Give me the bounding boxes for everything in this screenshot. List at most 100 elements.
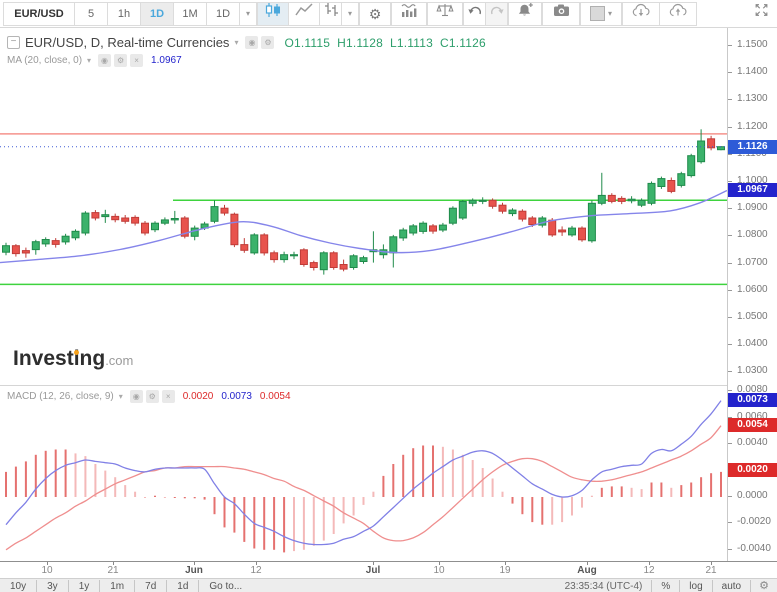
macd-histogram-bar: [144, 497, 146, 498]
log-scale-toggle[interactable]: log: [679, 580, 711, 592]
candle-body: [598, 195, 605, 203]
range-button-7d[interactable]: 7d: [134, 580, 166, 592]
timeframe-button-1d-4[interactable]: 1D: [206, 2, 240, 26]
chart-type-dropdown-caret-icon[interactable]: ▾: [341, 2, 359, 26]
timeframe-button-5-0[interactable]: 5: [74, 2, 108, 26]
candle-body: [320, 253, 327, 270]
ma-close-icon[interactable]: ×: [130, 54, 143, 67]
candlestick-icon: [264, 2, 282, 26]
candle-body: [519, 211, 526, 219]
top-toolbar: EUR/USD 51h1D1M1D ▾ ▾ ⚙: [0, 0, 777, 28]
macd-close-icon[interactable]: ×: [162, 390, 175, 403]
macd-chart[interactable]: [0, 386, 727, 562]
time-axis[interactable]: 1021Jun12Jul1019Aug1221: [0, 561, 777, 578]
price-axis[interactable]: 1.15001.14001.13001.12001.11001.10001.09…: [727, 28, 777, 577]
macd-histogram-bar: [472, 460, 474, 497]
chart-title: EUR/USD, D, Real-time Currencies: [25, 35, 229, 50]
timeframe-button-1d-2[interactable]: 1D: [140, 2, 174, 26]
price-axis-label: 1.0800: [737, 230, 768, 240]
undo-button[interactable]: [463, 2, 486, 26]
macd-histogram-bar: [372, 492, 374, 497]
macd-histogram-bar: [184, 497, 186, 498]
time-axis-label: 10: [41, 565, 52, 576]
time-axis-label: 21: [705, 565, 716, 576]
macd-pane[interactable]: MACD (12, 26, close, 9) ▾ ◉ ⚙ × 0.0020 0…: [0, 385, 727, 562]
auto-scale-toggle[interactable]: auto: [712, 580, 750, 592]
macd-histogram-bar: [104, 471, 106, 497]
open-value: O1.1115: [284, 36, 330, 50]
save-layout-button[interactable]: [659, 2, 697, 26]
ma-gear-icon[interactable]: ⚙: [114, 54, 127, 67]
ohlc-bars-icon: [323, 2, 339, 25]
ma-caret-icon[interactable]: ▾: [87, 56, 91, 65]
timeframe-dropdown-caret-icon[interactable]: ▾: [239, 2, 257, 26]
load-layout-button[interactable]: [622, 2, 660, 26]
macd-histogram-bar: [512, 497, 514, 504]
range-button-1y[interactable]: 1y: [68, 580, 100, 592]
macd-histogram-bar: [55, 450, 57, 498]
candle-body: [430, 226, 437, 231]
candle-body: [449, 208, 456, 223]
close-value: C1.1126: [440, 36, 486, 50]
price-axis-label: 1.1500: [737, 40, 768, 50]
symbol-button[interactable]: EUR/USD: [3, 2, 75, 26]
bar-chart-type-button[interactable]: [319, 2, 342, 26]
ma-eye-icon[interactable]: ◉: [98, 54, 111, 67]
compare-button[interactable]: [427, 2, 463, 26]
macd-eye-icon[interactable]: ◉: [130, 390, 143, 403]
indicators-button[interactable]: [391, 2, 427, 26]
macd-histogram-bar: [283, 497, 285, 552]
title-caret-icon[interactable]: ▾: [234, 38, 238, 47]
brand-orange-dot: [74, 350, 79, 355]
candle-body: [221, 208, 228, 213]
ma-value: 1.0967: [151, 55, 182, 66]
candle-body: [350, 256, 357, 268]
macd-histogram-bar: [65, 450, 67, 498]
create-alert-button[interactable]: [508, 2, 542, 26]
candle-body: [281, 255, 288, 260]
candle-body: [618, 198, 625, 201]
price-axis-label: 1.0500: [737, 312, 768, 322]
clock-display[interactable]: 23:35:34 (UTC-4): [556, 580, 652, 592]
candle-body: [410, 226, 417, 233]
line-chart-type-button[interactable]: [288, 2, 320, 26]
timeframe-button-1m-3[interactable]: 1M: [173, 2, 207, 26]
price-chart-pane[interactable]: − EUR/USD, D, Real-time Currencies ▾ ◉ ⚙…: [0, 28, 727, 385]
settings-button[interactable]: ⚙: [359, 2, 391, 26]
macd-gear-icon[interactable]: ⚙: [146, 390, 159, 403]
redo-button[interactable]: [485, 2, 508, 26]
macd-histogram-bar: [611, 486, 613, 497]
candle-body: [300, 250, 307, 265]
macd-histogram-bar: [154, 496, 156, 497]
fullscreen-button[interactable]: [748, 2, 774, 26]
series-settings-gear-icon[interactable]: ⚙: [261, 36, 274, 49]
macd-histogram-value: 0.0020: [183, 391, 214, 402]
range-button-3y[interactable]: 3y: [36, 580, 68, 592]
candlestick-chart[interactable]: [0, 28, 727, 385]
macd-caret-icon[interactable]: ▾: [119, 392, 123, 401]
gear-icon: ⚙: [369, 7, 382, 21]
percent-scale-toggle[interactable]: %: [651, 580, 679, 592]
candle-body: [668, 181, 675, 192]
candle-body: [509, 210, 516, 214]
screenshot-button[interactable]: [542, 2, 580, 26]
collapse-pane-icon[interactable]: −: [7, 36, 20, 49]
timeframe-button-1h-1[interactable]: 1h: [107, 2, 141, 26]
macd-histogram-bar: [601, 488, 603, 497]
high-value: H1.1128: [337, 36, 383, 50]
candle-body: [291, 255, 298, 256]
bottom-gear-icon[interactable]: ⚙: [750, 580, 777, 592]
candlestick-chart-type-button[interactable]: [257, 2, 289, 26]
candle-body: [588, 203, 595, 241]
macd-histogram-bar: [641, 489, 643, 497]
visibility-eye-icon[interactable]: ◉: [245, 36, 258, 49]
macd-histogram-bar: [25, 461, 27, 497]
price-axis-label: 1.0600: [737, 285, 768, 295]
range-button-1d[interactable]: 1d: [166, 580, 198, 592]
range-button-1m[interactable]: 1m: [99, 580, 134, 592]
candle-body: [479, 200, 486, 201]
range-button-10y[interactable]: 10y: [0, 580, 36, 592]
macd-histogram-bar: [720, 472, 722, 497]
goto-button[interactable]: Go to...: [198, 580, 252, 592]
background-color-button[interactable]: ▾: [580, 2, 622, 26]
